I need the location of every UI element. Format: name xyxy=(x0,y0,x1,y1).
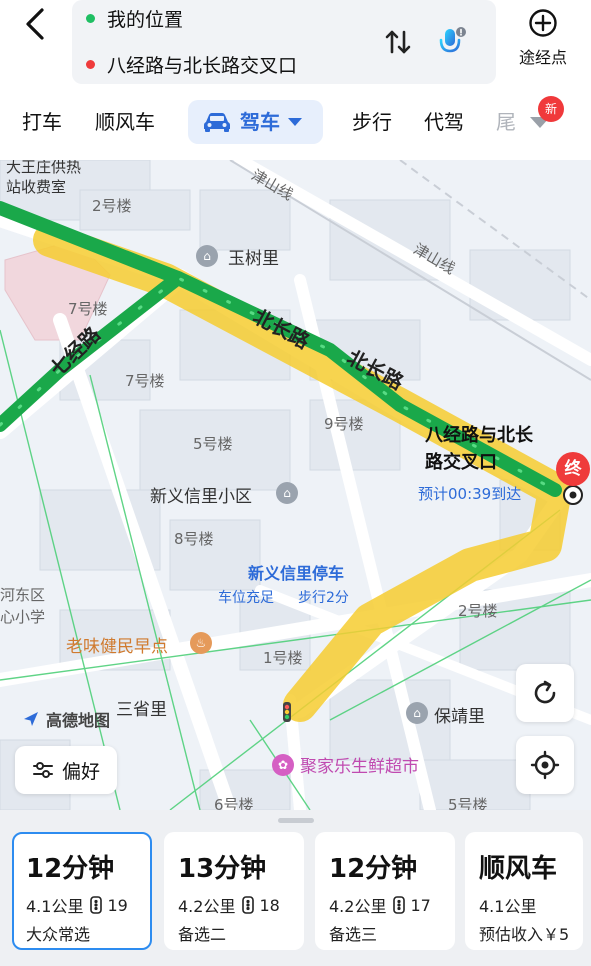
chevron-down-icon xyxy=(288,118,302,126)
origin-dot-icon xyxy=(86,13,95,23)
back-arrow-icon[interactable] xyxy=(18,6,54,42)
building-label: 6号楼 xyxy=(214,796,254,810)
poi-xinyixinli-area[interactable]: 新义信里小区 xyxy=(150,482,252,507)
crosshair-locate-icon xyxy=(530,750,560,780)
shop-poi-icon: ✿ xyxy=(272,754,294,776)
destination-dot-icon xyxy=(86,59,95,69)
destination-label-line2: 路交叉口 xyxy=(425,452,497,473)
origin-field[interactable]: 我的位置 xyxy=(86,3,183,33)
route-card-1[interactable]: 12分钟 4.1公里 19 大众常选 xyxy=(12,832,152,950)
sheet-drag-handle[interactable] xyxy=(278,818,314,823)
map-view[interactable]: 大王庄供热 站收费室 2号楼 ⌂ 玉树里 津山线 津山线 7号楼 7号楼 5号楼… xyxy=(0,160,591,810)
residential-poi-icon: ⌂ xyxy=(196,245,218,267)
residential-poi-icon: ⌂ xyxy=(276,482,298,504)
route-distance: 4.1公里 xyxy=(26,897,84,916)
poi-hedong-line1: 河东区 xyxy=(0,586,46,604)
route-traffic-lights: 17 xyxy=(410,895,431,915)
traffic-light-icon xyxy=(242,896,255,914)
refresh-route-button[interactable] xyxy=(516,664,574,722)
poi-parking[interactable]: 新义信里停车 xyxy=(248,560,344,584)
locate-me-button[interactable] xyxy=(516,736,574,794)
navigation-arrow-icon xyxy=(24,712,38,726)
route-options-sheet: 12分钟 4.1公里 19 大众常选 13分钟 4.2公里 18 备选二 12分… xyxy=(0,810,591,966)
route-time: 12分钟 xyxy=(26,854,115,884)
restaurant-poi-icon: ♨ xyxy=(190,632,212,654)
poi-heating-station-line2: 站收费室 xyxy=(6,178,67,196)
route-header: 我的位置 八经路与北长路交叉口 途经点 打车 顺风车 驾车 步行 代驾 尾 新 xyxy=(0,0,591,160)
route-input-box: 我的位置 八经路与北长路交叉口 xyxy=(72,0,496,84)
add-waypoint-button[interactable]: 途经点 xyxy=(508,8,578,72)
poi-yushuli[interactable]: 玉树里 xyxy=(228,244,279,269)
building-label: 5号楼 xyxy=(448,796,488,810)
brand-text: 高德地图 xyxy=(46,711,111,730)
destination-label-line1: 八经路与北长 xyxy=(425,425,533,446)
plus-circle-icon xyxy=(529,9,557,37)
amap-logo: 高德地图 xyxy=(22,707,110,731)
swap-arrows-icon[interactable] xyxy=(384,28,412,56)
route-stats: 4.2公里 18 xyxy=(178,893,304,917)
route-time: 12分钟 xyxy=(329,854,418,884)
destination-map-label: 八经路与北长 路交叉口 xyxy=(425,422,533,476)
parking-status: 车位充足 xyxy=(218,590,274,606)
route-tag: 预估收入￥5 xyxy=(479,925,570,944)
traffic-light-icon xyxy=(90,896,103,914)
preference-button[interactable]: 偏好 xyxy=(15,746,117,794)
route-stats: 4.1公里 xyxy=(479,893,583,917)
route-tag: 大众常选 xyxy=(26,925,91,944)
route-time: 顺风车 xyxy=(479,854,558,884)
walk-info: 步行2分 xyxy=(298,590,349,606)
new-badge: 新 xyxy=(538,96,564,122)
building-label: 7号楼 xyxy=(125,372,165,390)
voice-mic-icon[interactable] xyxy=(434,24,470,60)
tab-drive[interactable]: 驾车 xyxy=(188,100,323,144)
building-label: 5号楼 xyxy=(193,435,233,453)
residential-poi-icon: ⌂ xyxy=(406,702,428,724)
eta-label: 预计00:39到达 xyxy=(418,485,522,503)
building-label: 1号楼 xyxy=(263,649,303,667)
route-stats: 4.2公里 17 xyxy=(329,893,455,917)
building-label: 8号楼 xyxy=(174,530,214,548)
end-marker[interactable]: 终 xyxy=(556,452,590,486)
route-distance: 4.1公里 xyxy=(479,897,537,916)
route-tag: 备选三 xyxy=(329,925,378,944)
travel-mode-tabs: 打车 顺风车 驾车 步行 代驾 尾 xyxy=(0,100,591,144)
tab-taxi[interactable]: 打车 xyxy=(22,100,62,144)
destination-text: 八经路与北长路交叉口 xyxy=(107,54,298,77)
poi-heating-station-line1: 大王庄供热 xyxy=(6,160,82,176)
poi-hedong-line2: 心小学 xyxy=(0,608,46,626)
tab-designated-driver[interactable]: 代驾 xyxy=(424,100,464,144)
route-distance: 4.2公里 xyxy=(329,897,387,916)
tab-carpool[interactable]: 顺风车 xyxy=(95,100,155,144)
car-icon xyxy=(204,113,230,132)
destination-field[interactable]: 八经路与北长路交叉口 xyxy=(86,49,297,79)
route-card-2[interactable]: 13分钟 4.2公里 18 备选二 xyxy=(164,832,304,950)
building-label: 2号楼 xyxy=(458,602,498,620)
building-label: 2号楼 xyxy=(92,197,132,215)
route-traffic-lights: 19 xyxy=(107,895,128,915)
route-stats: 4.1公里 19 xyxy=(26,893,150,917)
route-traffic-lights: 18 xyxy=(259,895,280,915)
waypoint-label: 途经点 xyxy=(518,48,567,67)
poi-sanshengli[interactable]: 三省里 xyxy=(116,695,167,720)
building-label: 7号楼 xyxy=(68,300,108,318)
refresh-icon xyxy=(534,680,556,704)
tab-drive-label: 驾车 xyxy=(240,110,280,134)
route-distance: 4.2公里 xyxy=(178,897,236,916)
route-card-3[interactable]: 12分钟 4.2公里 17 备选三 xyxy=(315,832,455,950)
tab-more-partial[interactable]: 尾 xyxy=(496,100,516,144)
poi-baojingli[interactable]: 保靖里 xyxy=(434,702,485,727)
route-card-carpool[interactable]: 顺风车 4.1公里 预估收入￥5 xyxy=(465,832,583,950)
sliders-icon xyxy=(32,762,53,778)
poi-supermarket[interactable]: 聚家乐生鲜超市 xyxy=(300,752,419,777)
tab-walk[interactable]: 步行 xyxy=(352,100,392,144)
route-tag: 备选二 xyxy=(178,925,227,944)
route-time: 13分钟 xyxy=(178,854,267,884)
building-label: 9号楼 xyxy=(324,415,364,433)
traffic-light-icon xyxy=(393,896,406,914)
preference-label: 偏好 xyxy=(61,760,100,783)
origin-text: 我的位置 xyxy=(107,8,184,31)
poi-breakfast[interactable]: 老味健民早点 xyxy=(66,632,168,657)
